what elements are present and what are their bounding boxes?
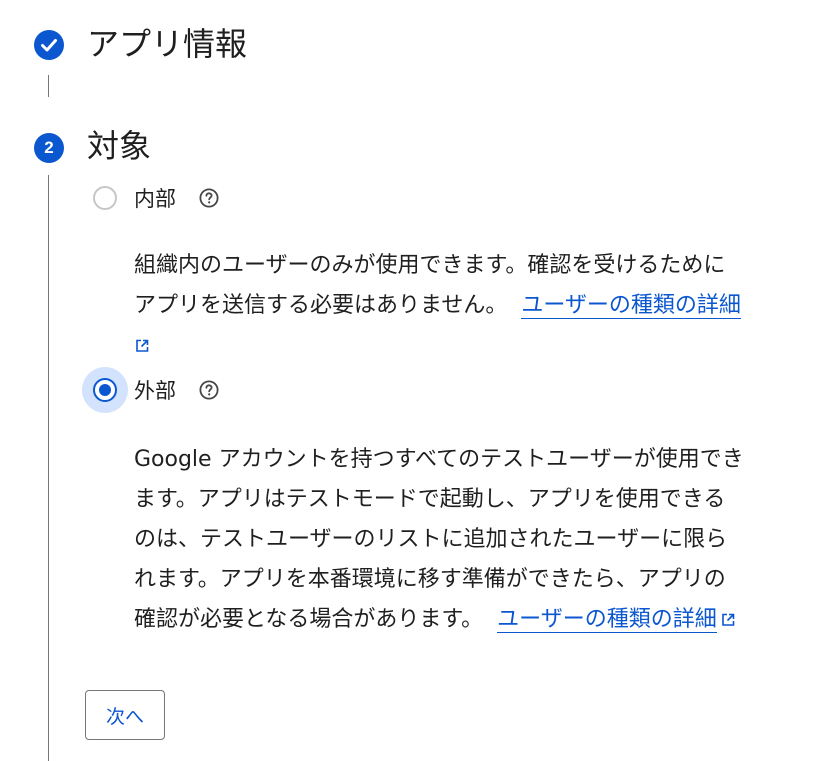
external-radio[interactable]: [82, 367, 128, 413]
step-connector: [48, 75, 49, 97]
description-line: れます。アプリを本番環境に移す準備ができたら、アプリの: [134, 567, 726, 592]
external-description: Google アカウントを持つすべてのテストユーザーが使用でき ます。アプリはテ…: [134, 440, 794, 640]
description-line: [134, 326, 794, 366]
external-link-icon[interactable]: [134, 328, 150, 352]
help-circle-icon[interactable]: [198, 187, 220, 209]
description-line: のは、テストユーザーのリストに追加されたユーザーに限ら: [134, 527, 728, 552]
description-line: Google アカウントを持つすべてのテストユーザーが使用でき: [134, 447, 744, 472]
description-line: 確認が必要となる場合があります。 ユーザーの種類の詳細: [134, 600, 794, 640]
check-circle-icon: [34, 30, 64, 60]
step-2-number-badge: 2: [34, 133, 64, 163]
radio-selected-dot: [99, 384, 111, 396]
description-line: 組織内のユーザーのみが使用できます。確認を受けるために: [134, 253, 726, 278]
user-type-details-link[interactable]: ユーザーの種類の詳細: [497, 607, 717, 633]
internal-description: 組織内のユーザーのみが使用できます。確認を受けるために アプリを送信する必要はあ…: [134, 246, 794, 366]
radio-circle: [93, 186, 117, 210]
user-type-details-link[interactable]: ユーザーの種類の詳細: [521, 293, 741, 319]
step-1-title: アプリ情報: [87, 25, 248, 63]
next-button[interactable]: 次へ: [85, 690, 165, 740]
description-line: ます。アプリはテストモードで起動し、アプリを使用できる: [134, 487, 726, 512]
help-circle-icon[interactable]: [198, 379, 220, 401]
audience-option-external: 外部: [82, 367, 220, 413]
description-line: アプリを送信する必要はありません。 ユーザーの種類の詳細: [134, 286, 794, 326]
external-radio-label[interactable]: 外部: [134, 375, 176, 405]
internal-radio[interactable]: [82, 175, 128, 221]
step-2-title: 対象: [87, 127, 152, 165]
description-text: 確認が必要となる場合があります。: [134, 607, 484, 632]
audience-option-internal: 内部: [82, 175, 220, 221]
step-connector: [48, 175, 49, 761]
radio-circle: [93, 378, 117, 402]
internal-radio-label[interactable]: 内部: [134, 183, 176, 213]
external-link-icon[interactable]: [720, 602, 736, 626]
description-text: アプリを送信する必要はありません。: [134, 293, 508, 318]
